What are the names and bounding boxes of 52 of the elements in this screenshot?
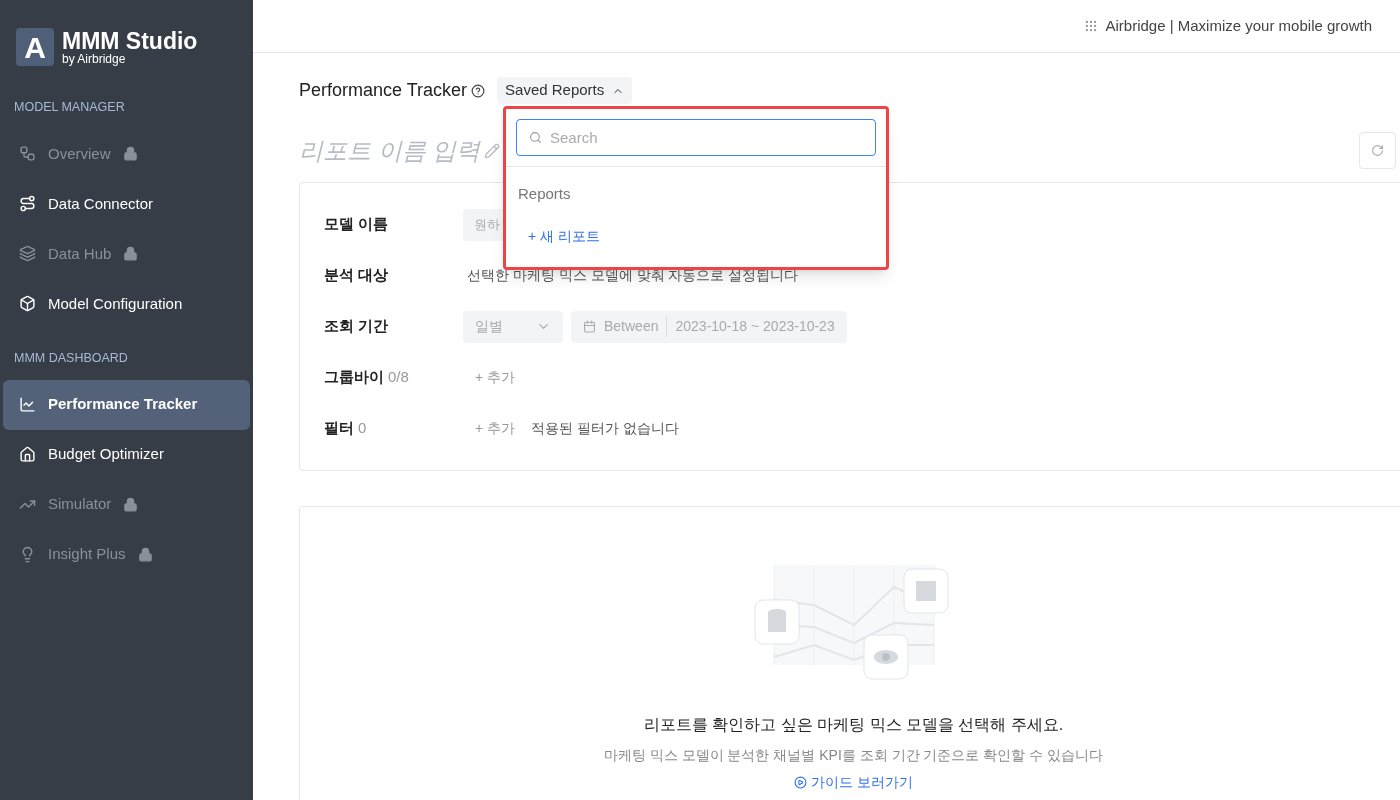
search-field[interactable]: Search — [516, 119, 876, 156]
add-button[interactable]: + 추가 — [475, 418, 516, 439]
calendar-icon — [583, 320, 596, 333]
play-icon — [794, 776, 808, 789]
nav-item[interactable]: Data Hub — [3, 228, 250, 279]
refresh-icon — [1371, 144, 1384, 157]
nav-item[interactable]: Simulator — [3, 479, 250, 530]
unit-select[interactable]: 일별 — [463, 310, 563, 343]
flowchart-icon — [19, 145, 36, 163]
info-text: 선택한 마케팅 믹스 모델에 맞춰 자동으로 설정됩니다 — [467, 266, 799, 285]
count-text: 0 — [358, 418, 367, 439]
dropdown-section-title: Reports — [517, 184, 572, 204]
empty-note: 적용된 필터가 없습니다 — [531, 419, 679, 438]
empty-state-title: 리포트를 확인하고 싶은 마케팅 믹스 모델을 선택해 주세요. — [643, 715, 1064, 735]
line-chart-icon — [19, 396, 36, 413]
add-button[interactable]: + 추가 — [475, 367, 516, 388]
topbar-text: Airbridge | Maximize your mobile growth — [1105, 15, 1372, 36]
saved-reports-button[interactable]: Saved Reports — [497, 77, 633, 104]
nav-item[interactable]: Insight Plus — [3, 529, 250, 580]
help-icon[interactable] — [471, 83, 486, 98]
guide-link[interactable]: 가이드 보러가기 — [794, 772, 913, 793]
app-byline: by Airbridge — [62, 52, 127, 65]
cube-icon — [19, 295, 36, 313]
range-mode-text: Between — [604, 316, 668, 337]
empty-state-subtitle: 마케팅 믹스 모델이 분석한 채널별 KPI를 조회 기간 기준으로 확인할 수 있습니다 — [603, 746, 1104, 765]
pencil-icon[interactable] — [484, 142, 501, 159]
nav-item[interactable]: Performance Tracker — [3, 379, 250, 430]
house-icon — [19, 446, 36, 463]
app-name: MMM Studio — [62, 29, 198, 53]
nav-item[interactable]: Data Connector — [3, 178, 250, 229]
field-label: 분석 대상 — [324, 265, 389, 286]
nav-item[interactable]: Overview — [3, 128, 250, 179]
field-label: 필터 — [324, 418, 354, 439]
logo-mark: A — [16, 28, 54, 66]
section-title: MMM DASHBOARD — [13, 349, 129, 367]
date-range-field[interactable]: Between 2023-10-18 ~ 2023-10-23 — [571, 310, 847, 343]
layers-icon — [19, 245, 36, 263]
route-icon — [19, 195, 36, 213]
report-name-field[interactable]: 리포트 이름 입력 — [299, 132, 481, 169]
apps-grid-icon[interactable] — [1083, 19, 1098, 33]
section-title: MODEL MANAGER — [13, 99, 126, 116]
nav-item[interactable]: Model Configuration — [3, 278, 250, 329]
field-label: 조회 기간 — [324, 316, 389, 337]
field-label: 모델 이름 — [324, 214, 389, 235]
search-icon — [529, 131, 542, 144]
refresh-button[interactable] — [1359, 132, 1396, 169]
date-range-text: 2023-10-18 ~ 2023-10-23 — [675, 317, 835, 336]
count-text: 0/8 — [388, 367, 409, 388]
field-label: 그룹바이 — [324, 367, 384, 388]
page-title: Performance Tracker — [299, 79, 468, 102]
new-report-item[interactable]: + 새 리포트 — [506, 217, 622, 255]
nav-item[interactable]: Budget Optimizer — [3, 429, 250, 480]
